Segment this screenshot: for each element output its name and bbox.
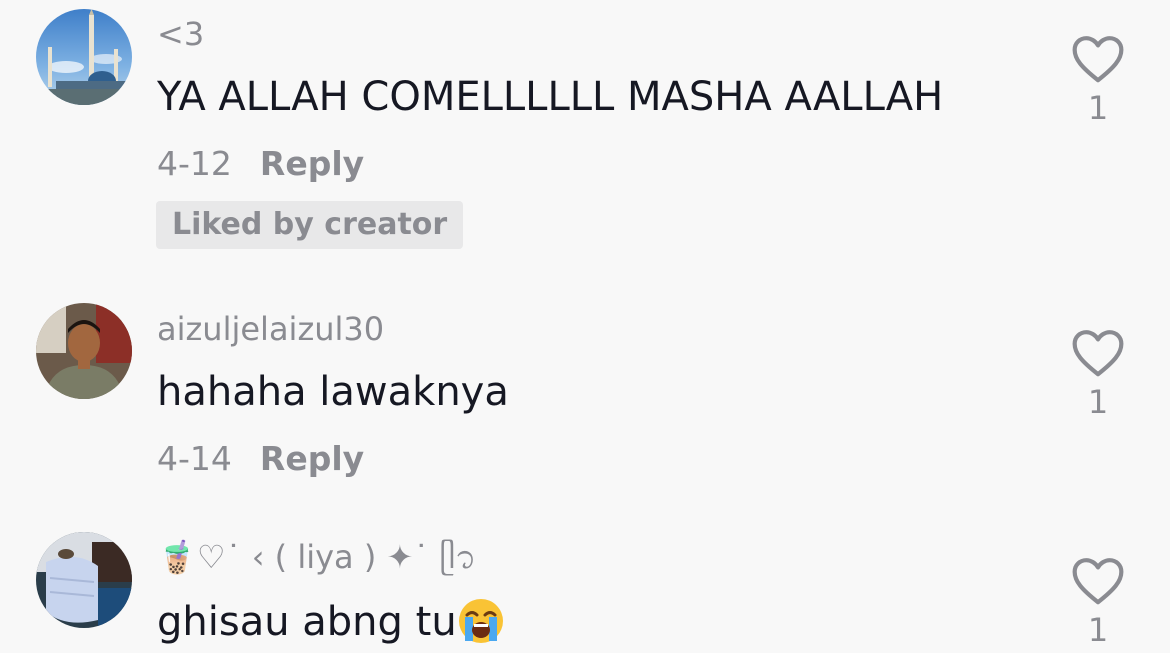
reply-button[interactable]: Reply	[260, 439, 364, 478]
like-count: 1	[1087, 89, 1109, 127]
comment-username[interactable]: aizuljelaizul30	[157, 309, 384, 349]
avatar[interactable]	[36, 9, 132, 105]
like-control[interactable]: 1	[1068, 32, 1128, 128]
liked-by-creator-badge: Liked by creator	[156, 201, 464, 249]
comment-text: YA ALLAH COMELLLLLL MASHA AALLAH	[157, 74, 944, 120]
avatar[interactable]	[36, 532, 132, 628]
comment-meta: 4-14 Reply	[157, 439, 364, 479]
reply-button[interactable]: Reply	[260, 144, 364, 183]
like-control[interactable]: 1	[1068, 326, 1128, 422]
like-control[interactable]: 1	[1068, 554, 1128, 650]
like-count: 1	[1087, 611, 1109, 649]
comment-meta: 4-12 Reply	[157, 144, 364, 184]
like-count: 1	[1087, 383, 1109, 421]
heart-outline-icon[interactable]	[1070, 554, 1126, 606]
comment-username[interactable]: <3	[157, 14, 204, 54]
heart-outline-icon[interactable]	[1070, 326, 1126, 378]
mosque-photo-avatar	[36, 9, 132, 105]
face-mask-photo-avatar	[36, 532, 132, 628]
comment-text-content: ghisau abng tu	[157, 599, 457, 645]
comment-date: 4-12	[157, 144, 232, 183]
loudly-crying-face-icon	[458, 599, 503, 643]
avatar[interactable]	[36, 303, 132, 399]
heart-outline-icon[interactable]	[1070, 32, 1126, 84]
comment-date: 4-14	[157, 439, 232, 478]
man-photo-avatar	[36, 303, 132, 399]
comment-text: ghisau abng tu	[157, 597, 505, 647]
comment-username[interactable]: 🧋♡˙ ‹ ( liya ) ✦˙ ᥫ᭡	[157, 537, 476, 577]
comment-text: hahaha lawaknya	[157, 369, 509, 415]
comment-item: <3 YA ALLAH COMELLLLLL MASHA AALLAH 4-12…	[0, 0, 1170, 290]
